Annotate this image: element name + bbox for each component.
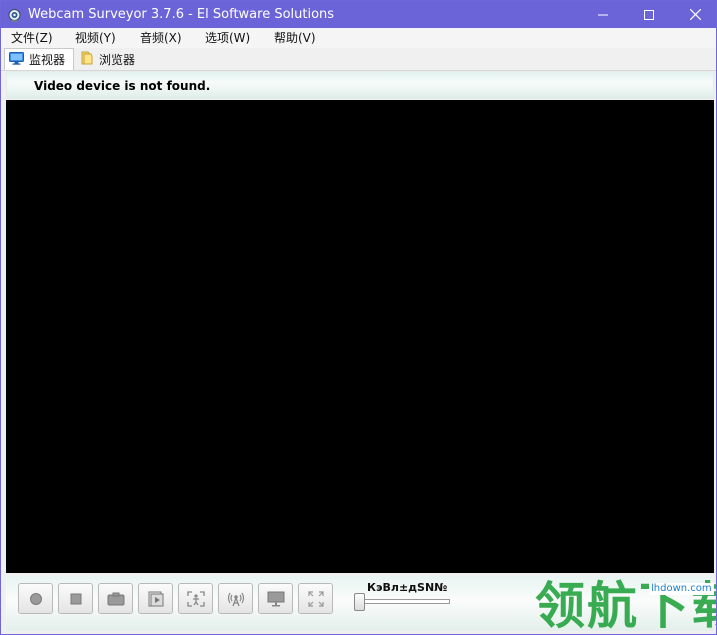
minimize-icon [598,14,608,15]
playback-button[interactable] [138,583,173,614]
fullscreen-button[interactable] [298,583,333,614]
menu-options[interactable]: 选项(W) [205,30,250,46]
menu-audio[interactable]: 音频(X) [140,30,182,46]
status-message: Video device is not found. [34,79,211,93]
stop-icon [70,593,81,604]
title-bar[interactable]: Webcam Surveyor 3.7.6 - El Software Solu… [1,1,716,28]
screen-capture-button[interactable] [258,583,293,614]
maximize-icon [644,9,654,20]
close-icon [689,9,701,20]
tab-bar: 监视器 浏览器 [1,48,716,71]
tab-monitor[interactable]: 监视器 [4,48,74,70]
video-preview[interactable] [6,100,714,573]
tab-browser-label: 浏览器 [99,52,136,67]
tab-browser[interactable]: 浏览器 [76,49,142,69]
webcam-app-icon [8,7,21,22]
status-strip: Video device is not found. [6,71,714,99]
minimize-button[interactable] [580,1,626,28]
fullscreen-icon [307,590,324,607]
menu-video[interactable]: 视频(Y) [75,30,116,46]
screen-capture-icon [267,591,284,606]
menu-file[interactable]: 文件(Z) [11,30,53,46]
volume-slider-track[interactable] [358,599,450,604]
volume-slider-label: КэВл±дЅN№ [367,581,448,594]
tab-monitor-label: 监视器 [29,53,66,67]
volume-slider-thumb[interactable] [354,593,365,611]
folder-icon [80,51,94,68]
app-window: Webcam Surveyor 3.7.6 - El Software Solu… [0,0,717,635]
record-button[interactable] [18,583,53,614]
close-button[interactable] [672,1,716,28]
menu-help[interactable]: 帮助(V) [274,30,316,46]
motion-detect-button[interactable] [178,583,213,614]
maximize-button[interactable] [626,1,672,28]
playback-icon [148,591,163,606]
menu-bar: 文件(Z) 视频(Y) 音频(X) 选项(W) 帮助(V) [1,28,716,48]
window-title: Webcam Surveyor 3.7.6 - El Software Solu… [28,7,335,22]
monitor-icon [9,51,24,68]
watermark-url: lhdown.com [649,583,714,595]
broadcast-icon [227,592,244,606]
stop-button[interactable] [58,583,93,614]
broadcast-button[interactable] [218,583,253,614]
snapshot-button[interactable] [98,583,133,614]
motion-detect-icon [186,590,205,607]
record-icon [29,592,42,605]
camera-icon [107,592,124,605]
